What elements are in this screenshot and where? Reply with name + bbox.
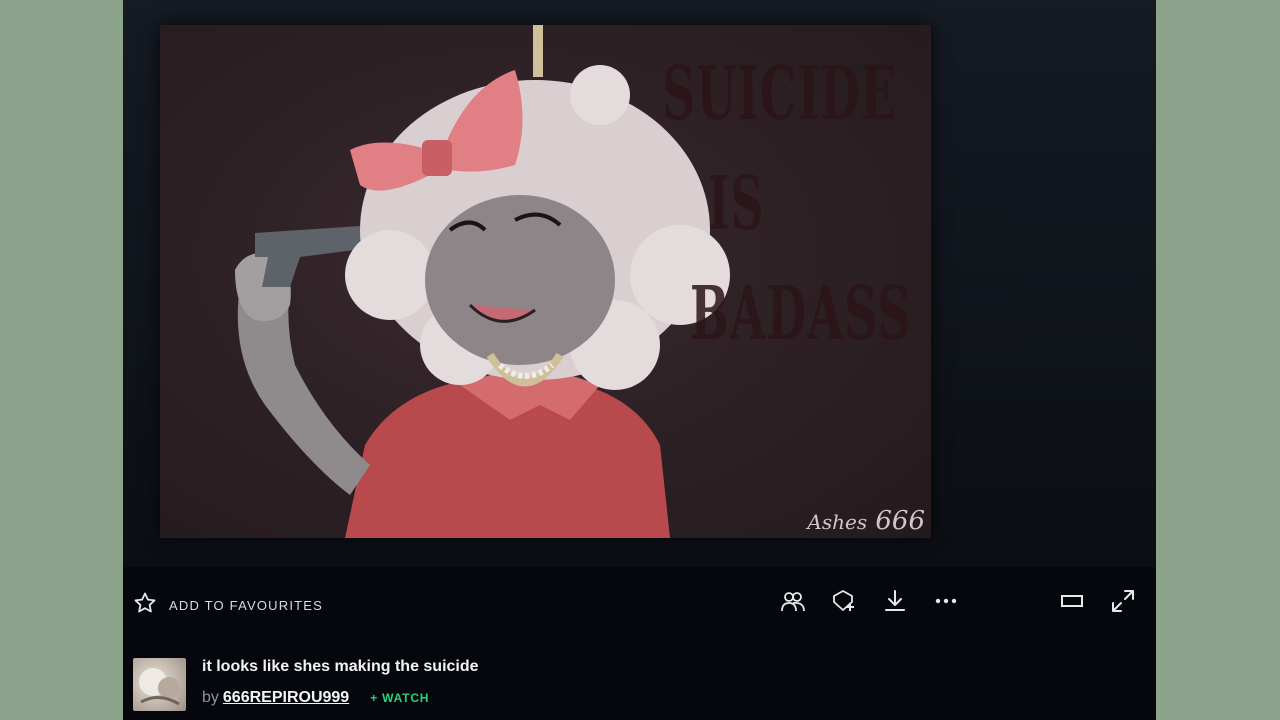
wall-text-line-1: SUICIDE bbox=[662, 50, 897, 137]
add-to-favourites-button[interactable]: ADD TO FAVOURITES bbox=[133, 591, 323, 620]
page-background-left bbox=[0, 0, 123, 720]
deviation-view: SUICIDE IS BADASS Ashes 666 ADD TO FAVOU… bbox=[123, 0, 1156, 720]
more-options-button[interactable] bbox=[932, 589, 960, 617]
watch-button[interactable]: + WATCH bbox=[370, 691, 429, 705]
wall-text-line-3: BADASS bbox=[690, 270, 912, 357]
deviation-title: it looks like shes making the suicide bbox=[202, 658, 479, 675]
byline: by 666REPIROU999 + WATCH bbox=[202, 689, 429, 707]
rope bbox=[533, 25, 543, 77]
add-to-favourites-label: ADD TO FAVOURITES bbox=[169, 598, 324, 613]
author-link[interactable]: 666REPIROU999 bbox=[223, 689, 349, 707]
deviation-info: it looks like shes making the suicide by… bbox=[123, 639, 1156, 720]
group-button[interactable] bbox=[779, 589, 807, 617]
face bbox=[425, 195, 615, 365]
by-label: by bbox=[202, 689, 219, 706]
gift-icon bbox=[831, 588, 857, 619]
artist-signature: Ashes 666 bbox=[807, 506, 925, 536]
more-icon bbox=[933, 588, 959, 619]
page-background-right bbox=[1156, 0, 1280, 720]
artwork-stage: SUICIDE IS BADASS Ashes 666 bbox=[123, 0, 1156, 567]
give-badge-button[interactable] bbox=[830, 589, 858, 617]
theater-mode-button[interactable] bbox=[1058, 589, 1086, 617]
signature-number: 666 bbox=[875, 506, 925, 536]
wall-text-line-2: IS bbox=[708, 160, 765, 247]
bow-knot bbox=[422, 140, 452, 176]
artwork-image[interactable]: SUICIDE IS BADASS Ashes 666 bbox=[160, 25, 931, 538]
star-icon bbox=[133, 591, 157, 620]
action-toolbar: ADD TO FAVOURITES bbox=[123, 567, 1156, 639]
download-button[interactable] bbox=[881, 589, 909, 617]
avatar-image bbox=[139, 668, 180, 706]
signature-name: Ashes bbox=[807, 510, 868, 534]
fullscreen-button[interactable] bbox=[1109, 589, 1137, 617]
group-icon bbox=[780, 588, 806, 619]
fullscreen-icon bbox=[1110, 588, 1136, 619]
theater-mode-icon bbox=[1059, 588, 1085, 619]
download-icon bbox=[882, 588, 908, 619]
author-avatar[interactable] bbox=[133, 658, 186, 711]
